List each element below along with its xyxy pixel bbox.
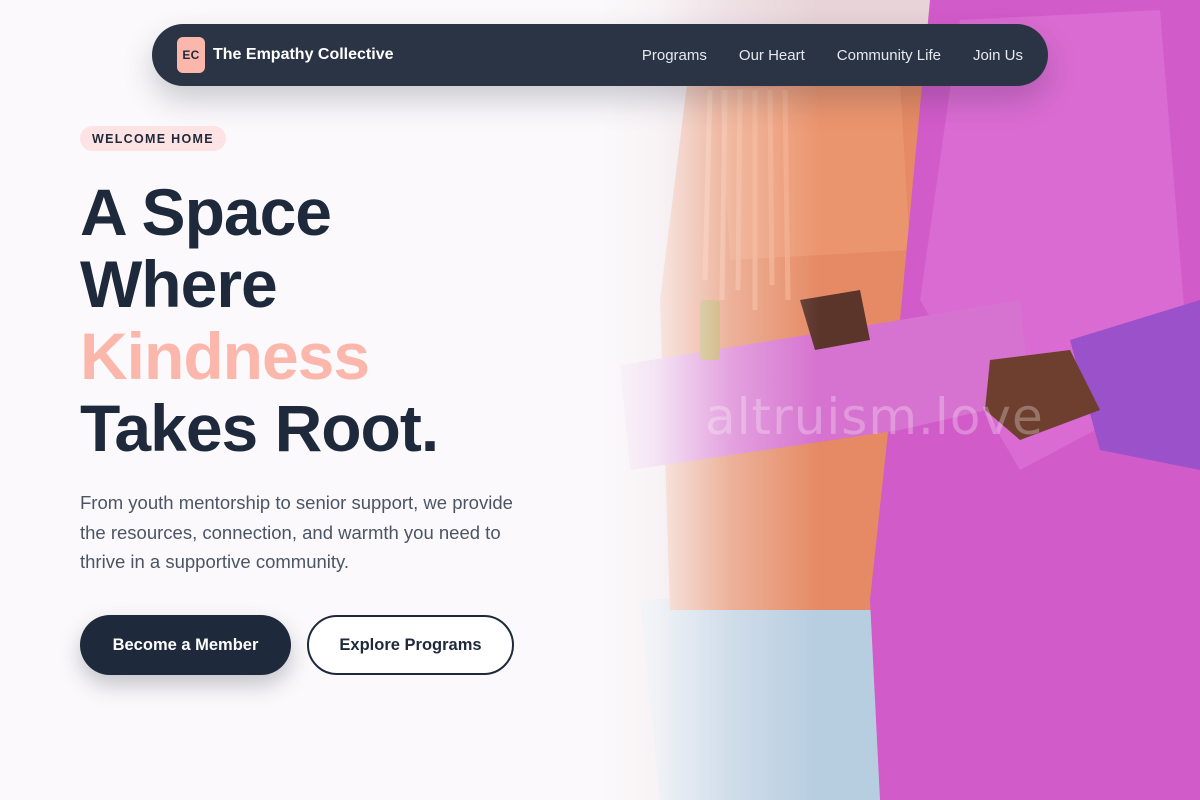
- watermark-text: altruism.love: [705, 388, 1044, 446]
- explore-programs-button[interactable]: Explore Programs: [307, 615, 514, 675]
- become-member-button[interactable]: Become a Member: [80, 615, 291, 675]
- nav-link-join-us[interactable]: Join Us: [973, 47, 1023, 64]
- top-navigation: EC The Empathy Collective Programs Our H…: [152, 24, 1048, 86]
- nav-link-programs[interactable]: Programs: [642, 47, 707, 64]
- eyebrow-badge: WELCOME HOME: [80, 126, 226, 151]
- logo-badge: EC: [177, 37, 205, 73]
- brand-name: The Empathy Collective: [213, 46, 394, 63]
- brand-logo-link[interactable]: EC The Empathy Collective: [177, 37, 394, 73]
- hero-headline: A Space Where Kindness Takes Root.: [80, 175, 439, 465]
- nav-links: Programs Our Heart Community Life Join U…: [610, 47, 1023, 64]
- headline-line-2: Where: [80, 247, 278, 321]
- hero-description: From youth mentorship to senior support,…: [80, 492, 513, 572]
- headline-accent-word: Kindness: [80, 319, 370, 393]
- headline-line-1: A Space: [80, 175, 332, 249]
- hero-image: altruism.love: [600, 0, 1200, 800]
- nav-link-our-heart[interactable]: Our Heart: [739, 47, 805, 64]
- nav-link-community-life[interactable]: Community Life: [837, 47, 941, 64]
- headline-line-4: Takes Root.: [80, 391, 439, 465]
